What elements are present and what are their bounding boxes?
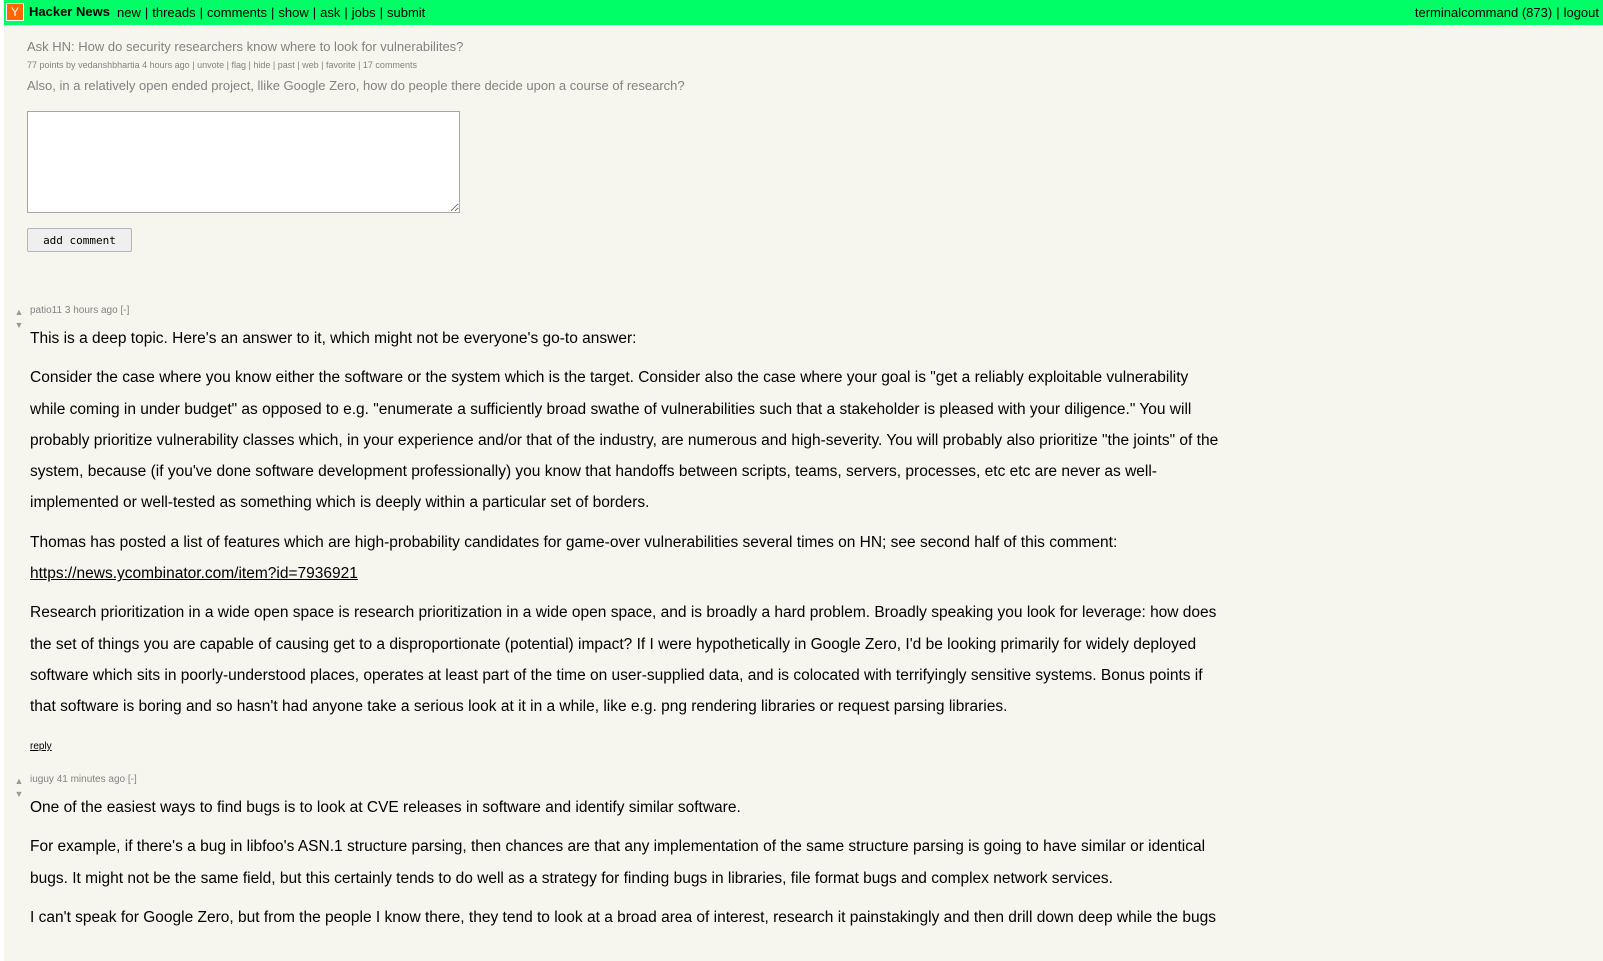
comment-head: patio11 3 hours ago [-] xyxy=(30,305,129,316)
nav-show[interactable]: show xyxy=(278,5,308,20)
link-separator: | xyxy=(192,60,195,70)
nav-separator: | xyxy=(344,5,348,20)
collapse-toggle[interactable]: [-] xyxy=(128,774,137,785)
downvote-icon[interactable]: ▼ xyxy=(14,788,24,801)
comment-paragraph: I can't speak for Google Zero, but from … xyxy=(30,908,1216,926)
flag-link[interactable]: flag xyxy=(231,60,246,70)
add-comment-button[interactable]: add comment xyxy=(27,228,132,252)
past-link[interactable]: past xyxy=(278,60,295,70)
reply-link[interactable]: reply xyxy=(30,741,52,752)
upvote-icon[interactable]: ▲ xyxy=(14,306,24,319)
story-points: 77 points xyxy=(27,60,64,70)
nav-submit[interactable]: submit xyxy=(387,5,425,20)
nav-separator: | xyxy=(379,5,383,20)
hn-logo-icon[interactable]: Y xyxy=(6,3,24,21)
nav-threads[interactable]: threads xyxy=(152,5,195,20)
favorite-link[interactable]: favorite xyxy=(326,60,356,70)
comment-paragraph: This is a deep topic. Here's an answer t… xyxy=(30,330,637,347)
comment-body: One of the easiest ways to find bugs is … xyxy=(30,792,1222,941)
story-age-link[interactable]: 4 hours ago xyxy=(142,60,190,70)
link-separator: | xyxy=(321,60,324,70)
story-title[interactable]: Ask HN: How do security researchers know… xyxy=(27,39,463,54)
comment-age-link[interactable]: 41 minutes ago xyxy=(57,774,125,785)
comment-paragraph: Consider the case where you know either … xyxy=(30,369,1219,512)
nav-ask[interactable]: ask xyxy=(320,5,340,20)
comment-paragraph: Thomas has posted a list of features whi… xyxy=(30,527,1222,590)
story-author-link[interactable]: vedanshbhartia xyxy=(78,60,140,70)
comment-author-link[interactable]: patio11 xyxy=(30,305,62,316)
hide-link[interactable]: hide xyxy=(253,60,270,70)
unvote-link[interactable]: unvote xyxy=(197,60,224,70)
nav-new[interactable]: new xyxy=(117,5,141,20)
comment-paragraph: For example, if there's a bug in libfoo'… xyxy=(30,838,1206,887)
user-profile-link[interactable]: terminalcommand xyxy=(1415,5,1518,20)
comment-paragraph-text: Thomas has posted a list of features whi… xyxy=(30,533,1118,551)
nav-separator: | xyxy=(312,5,317,20)
vote-arrows: ▲ ▼ xyxy=(14,775,24,801)
story-text: Also, in a relatively open ended project… xyxy=(27,78,685,93)
nav-comments[interactable]: comments xyxy=(207,5,267,20)
comment-author-link[interactable]: iuguy xyxy=(30,774,54,785)
link-separator: | xyxy=(272,60,276,70)
nav-separator: | xyxy=(199,5,204,20)
top-bar: Y Hacker News new | threads | comments | show |… xyxy=(4,0,1603,25)
collapse-toggle[interactable]: [-] xyxy=(120,305,129,316)
link-separator: | xyxy=(358,60,361,70)
user-area: terminalcommand (873) | logout xyxy=(1415,5,1599,20)
comment-item-link[interactable]: https://news.ycombinator.com/item?id=793… xyxy=(30,565,358,582)
nav-jobs[interactable]: jobs xyxy=(352,5,376,20)
comment-head: iuguy 41 minutes ago [-] xyxy=(30,774,137,785)
upvote-icon[interactable]: ▲ xyxy=(14,775,24,788)
nav-separator: | xyxy=(144,5,149,20)
story-by-label: by xyxy=(66,60,76,70)
nav-separator: | xyxy=(270,5,275,20)
link-separator: | xyxy=(226,60,229,70)
comment-textarea[interactable] xyxy=(27,111,460,213)
comment-body: This is a deep topic. Here's an answer t… xyxy=(30,323,1222,731)
nav-separator: | xyxy=(1556,5,1560,20)
logout-link[interactable]: logout xyxy=(1564,5,1599,20)
user-karma: (873) xyxy=(1521,5,1553,20)
link-separator: | xyxy=(248,60,251,70)
link-separator: | xyxy=(297,60,300,70)
downvote-icon[interactable]: ▼ xyxy=(14,319,24,332)
vote-arrows: ▲ ▼ xyxy=(14,306,24,332)
web-link[interactable]: web xyxy=(302,60,319,70)
site-name-link[interactable]: Hacker News xyxy=(29,4,110,19)
comment-age-link[interactable]: 3 hours ago xyxy=(65,305,118,316)
comments-count-link[interactable]: 17 comments xyxy=(363,60,417,70)
page-background: Y Hacker News new | threads | comments | show |… xyxy=(4,0,1603,961)
story-subtext: 77 points by vedanshbhartia 4 hours ago … xyxy=(27,60,417,70)
comment-paragraph: Research prioritization in a wide open s… xyxy=(30,604,1217,716)
comment-paragraph: One of the easiest ways to find bugs is … xyxy=(30,799,741,816)
main-nav: new | threads | comments | show | ask | jobs | submi… xyxy=(117,5,425,20)
